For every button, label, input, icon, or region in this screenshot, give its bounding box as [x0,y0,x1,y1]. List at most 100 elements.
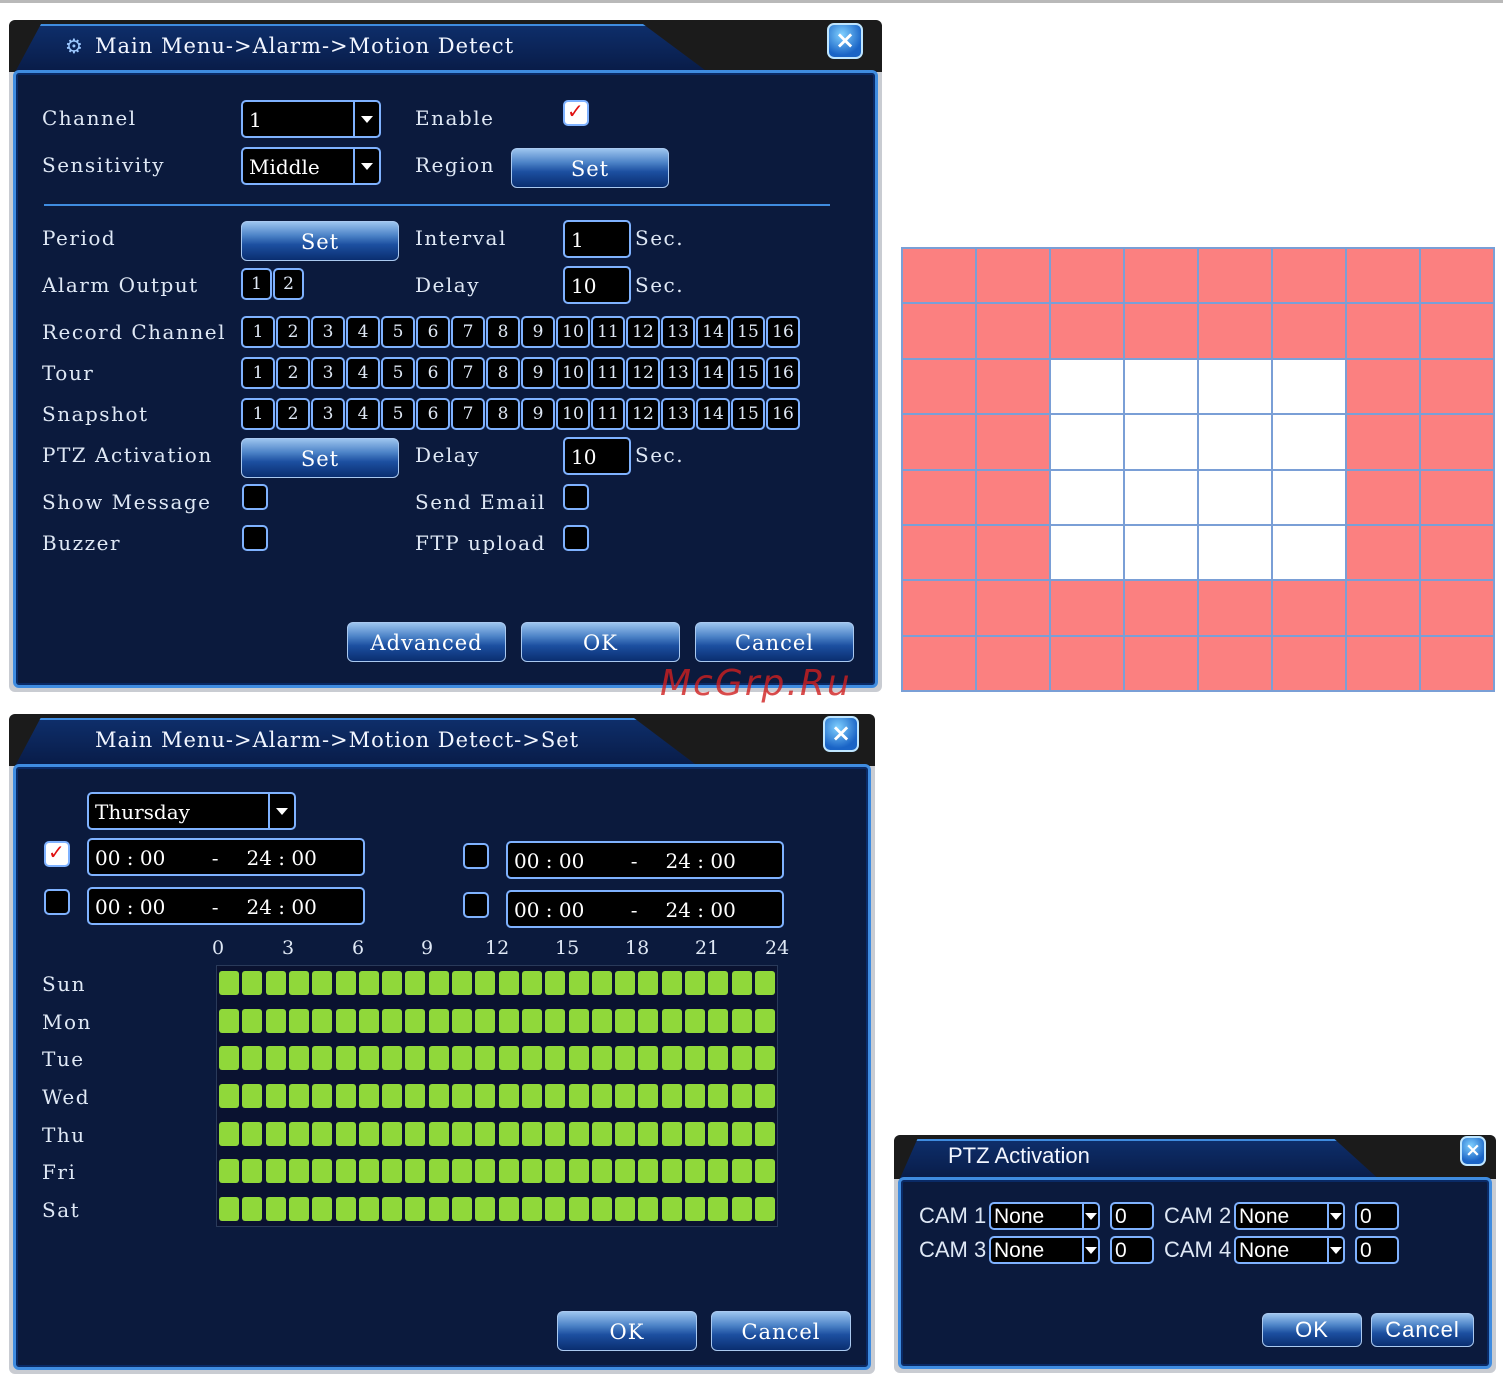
schedule-hour-block[interactable] [498,1159,519,1183]
schedule-hour-block[interactable] [521,1009,542,1033]
schedule-hour-block[interactable] [428,1197,449,1221]
schedule-hour-block[interactable] [591,1159,612,1183]
region-cell[interactable] [902,524,976,581]
region-cell[interactable] [1346,303,1420,359]
region-cell[interactable] [1346,358,1420,415]
tour-channel-11[interactable]: 11 [591,357,625,389]
snapshot-channel-14[interactable]: 14 [696,398,730,430]
schedule-hour-block[interactable] [219,1046,239,1070]
record-channel-5[interactable]: 5 [381,316,415,348]
schedule-hour-block[interactable] [591,1046,612,1070]
schedule-hour-block[interactable] [452,1046,472,1070]
schedule-hour-block[interactable] [708,1046,729,1070]
start-hour[interactable]: 00 [95,895,120,919]
snapshot-channel-11[interactable]: 11 [591,398,625,430]
schedule-hour-block[interactable] [219,1009,239,1033]
chevron-down-icon[interactable] [353,149,379,183]
period-2-checkbox[interactable] [44,889,70,915]
region-cell[interactable] [1420,580,1494,636]
schedule-hour-block[interactable] [708,1084,729,1108]
schedule-hour-block[interactable] [288,1122,309,1146]
schedule-hour-block[interactable] [288,971,309,995]
tour-channel-12[interactable]: 12 [626,357,660,389]
schedule-hour-block[interactable] [545,1122,566,1146]
schedule-hour-block[interactable] [358,1084,379,1108]
snapshot-channel-1[interactable]: 1 [241,398,275,430]
region-cell[interactable] [1272,358,1346,415]
region-cell[interactable] [976,414,1050,470]
cancel-button[interactable]: Cancel [1371,1313,1474,1347]
region-cell[interactable] [1050,524,1124,581]
advanced-button[interactable]: Advanced [347,622,506,662]
schedule-hour-block[interactable] [615,1122,636,1146]
schedule-hour-block[interactable] [708,971,729,995]
schedule-hour-block[interactable] [405,1084,426,1108]
close-icon[interactable]: × [827,23,863,59]
schedule-hour-block[interactable] [475,1197,496,1221]
schedule-hour-block[interactable] [405,1159,426,1183]
period-1-checkbox[interactable] [44,840,70,867]
schedule-hour-block[interactable] [452,1084,472,1108]
cam-4-type-select[interactable]: None [1234,1236,1345,1264]
schedule-hour-block[interactable] [521,1046,542,1070]
schedule-hour-block[interactable] [428,1046,449,1070]
record-channel-15[interactable]: 15 [731,316,765,348]
schedule-hour-block[interactable] [312,1122,333,1146]
ptz-delay-input[interactable]: 10 [563,437,631,475]
snapshot-channel-3[interactable]: 3 [311,398,345,430]
schedule-hour-block[interactable] [731,1159,752,1183]
schedule-hour-block[interactable] [731,1009,752,1033]
region-cell[interactable] [1272,635,1346,691]
send-email-checkbox[interactable] [563,484,589,510]
schedule-hour-block[interactable] [498,1046,519,1070]
period-set-button[interactable]: Set [241,221,399,261]
delay-input[interactable]: 10 [563,266,631,304]
region-cell[interactable] [1198,469,1272,525]
region-cell[interactable] [1420,524,1494,581]
record-channel-4[interactable]: 4 [346,316,380,348]
region-cell[interactable] [1124,580,1198,636]
region-cell[interactable] [1346,524,1420,581]
period-2-time[interactable]: 00 : 00 -24 : 00 [87,887,365,925]
schedule-hour-block[interactable] [685,1122,705,1146]
region-cell[interactable] [1198,303,1272,359]
chevron-down-icon[interactable] [353,102,379,136]
region-cell[interactable] [976,303,1050,359]
schedule-hour-block[interactable] [591,1122,612,1146]
region-cell[interactable] [902,635,976,691]
schedule-hour-block[interactable] [591,971,612,995]
schedule-hour-block[interactable] [242,971,263,995]
chevron-down-icon[interactable] [1082,1238,1098,1262]
region-set-button[interactable]: Set [511,148,669,188]
tour-channel-3[interactable]: 3 [311,357,345,389]
start-hour[interactable]: 00 [514,849,539,873]
record-channel-3[interactable]: 3 [311,316,345,348]
schedule-hour-block[interactable] [242,1122,263,1146]
schedule-hour-block[interactable] [615,1197,636,1221]
schedule-hour-block[interactable] [661,1046,682,1070]
tour-channel-9[interactable]: 9 [521,357,555,389]
schedule-hour-block[interactable] [708,1197,729,1221]
schedule-hour-block[interactable] [685,1159,705,1183]
schedule-hour-block[interactable] [568,971,589,995]
schedule-hour-block[interactable] [242,1197,263,1221]
end-hour[interactable]: 24 [665,849,690,873]
end-hour[interactable]: 24 [246,846,271,870]
snapshot-channel-4[interactable]: 4 [346,398,380,430]
buzzer-checkbox[interactable] [242,525,268,551]
end-minute[interactable]: 00 [291,846,316,870]
tour-channel-8[interactable]: 8 [486,357,520,389]
period-3-checkbox[interactable] [463,843,489,869]
end-minute[interactable]: 00 [291,895,316,919]
schedule-hour-block[interactable] [312,1009,333,1033]
schedule-hour-block[interactable] [475,1159,496,1183]
schedule-hour-block[interactable] [521,971,542,995]
schedule-hour-block[interactable] [498,1084,519,1108]
region-cell[interactable] [1346,469,1420,525]
schedule-hour-block[interactable] [685,1009,705,1033]
record-channel-12[interactable]: 12 [626,316,660,348]
schedule-hour-block[interactable] [685,1197,705,1221]
schedule-hour-block[interactable] [521,1159,542,1183]
period-4-checkbox[interactable] [463,892,489,918]
region-cell[interactable] [902,358,976,415]
